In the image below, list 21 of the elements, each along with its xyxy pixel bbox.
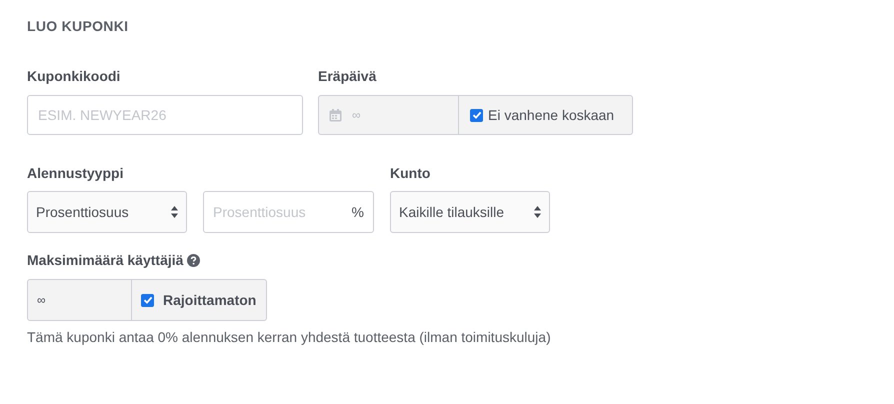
field-label: Maksimimäärä käyttäjiä (27, 250, 184, 270)
sort-arrows-icon (171, 206, 178, 218)
field-label: Kunto (390, 164, 432, 181)
page-title: LUO KUPONKI (27, 17, 130, 36)
sort-arrows-icon (534, 206, 541, 218)
coupon-summary: Tämä kuponki antaa 0% alennuksen kerran yhdestä tuotteesta (ilman toimituskuluja) (27, 328, 552, 347)
field-value: ∞ (37, 292, 46, 309)
help-icon[interactable] (187, 254, 200, 266)
condition-select[interactable]: Kaikille tilauksille (390, 191, 550, 233)
discount-type-select[interactable]: Prosenttiosuus (27, 191, 187, 233)
select-value: Prosenttiosuus (36, 202, 129, 222)
select-value: Kaikille tilauksille (399, 202, 504, 222)
field-value: ∞ (352, 107, 361, 124)
coupon-code-field[interactable]: ESIM. NEWYEAR26 (27, 95, 303, 135)
field-label: Kuponkikoodi (27, 67, 122, 84)
field-label: Eräpäivä (318, 67, 378, 84)
percent-suffix: % (352, 202, 364, 222)
field-label: Alennustyyppi (27, 164, 124, 181)
discount-amount-field[interactable]: Prosenttiosuus % (203, 191, 374, 233)
placeholder-text: Prosenttiosuus (213, 202, 306, 222)
calendar-icon (329, 108, 342, 122)
